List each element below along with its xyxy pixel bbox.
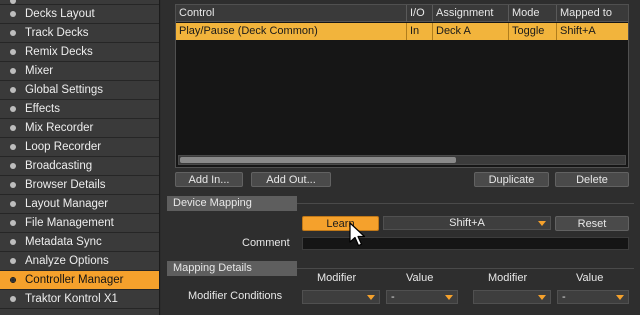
column-header-io[interactable]: I/O: [407, 5, 433, 22]
sidebar-item-mixer[interactable]: Mixer: [0, 62, 159, 80]
bullet-icon: [10, 220, 16, 226]
chevron-down-icon: [538, 295, 546, 300]
chevron-down-icon: [367, 295, 375, 300]
sidebar-item-label: Controller Manager: [25, 274, 124, 286]
sidebar-item-label: Loop Recorder: [25, 141, 102, 153]
sidebar-item-label: Browser Details: [25, 179, 106, 191]
sidebar-item-decks-layout[interactable]: Decks Layout: [0, 5, 159, 23]
sidebar-item-broadcasting[interactable]: Broadcasting: [0, 157, 159, 175]
mapping-details-header: Mapping Details: [167, 261, 297, 276]
radio-bullet-icon: [10, 277, 16, 283]
sidebar-item-label: Traktor Kontrol X1: [25, 293, 118, 305]
bullet-icon: [10, 201, 16, 207]
condition-2-value: -: [562, 291, 566, 303]
sidebar-item-label: Mix Recorder: [25, 122, 94, 134]
sidebar-item-label: Global Settings: [25, 84, 103, 96]
sidebar-item-traktor-kontrol-x1[interactable]: Traktor Kontrol X1: [0, 290, 159, 308]
column-header-assignment[interactable]: Assignment: [433, 5, 509, 22]
sidebar-item-partial[interactable]: [0, 309, 159, 315]
bullet-icon: [10, 11, 16, 17]
device-mapping-header: Device Mapping: [167, 196, 297, 211]
condition-2-modifier-dropdown[interactable]: [473, 290, 551, 304]
bullet-icon: [10, 87, 16, 93]
divider: [297, 203, 634, 204]
sidebar-item-browser-details[interactable]: Browser Details: [0, 176, 159, 194]
sidebar-item-controller-manager[interactable]: Controller Manager: [0, 271, 159, 289]
bullet-icon: [10, 49, 16, 55]
sidebar-item-layout-manager[interactable]: Layout Manager: [0, 195, 159, 213]
horizontal-scrollbar[interactable]: [178, 155, 626, 165]
delete-button[interactable]: Delete: [555, 172, 629, 187]
bullet-icon: [10, 68, 16, 74]
modifier-conditions-label: Modifier Conditions: [188, 290, 283, 302]
divider: [297, 268, 634, 269]
sidebar-item-loop-recorder[interactable]: Loop Recorder: [0, 138, 159, 156]
cell-assignment: Deck A: [433, 23, 509, 40]
reset-button[interactable]: Reset: [555, 216, 629, 231]
bullet-icon: [10, 30, 16, 36]
duplicate-button[interactable]: Duplicate: [474, 172, 549, 187]
sidebar-item-label: Track Decks: [25, 27, 89, 39]
add-in-button[interactable]: Add In...: [175, 172, 243, 187]
sidebar-item-metadata-sync[interactable]: Metadata Sync: [0, 233, 159, 251]
scrollbar-thumb[interactable]: [180, 157, 456, 163]
column-header-mode[interactable]: Mode: [509, 5, 557, 22]
settings-sidebar: Decks Layout Track Decks Remix Decks Mix…: [0, 0, 160, 315]
condition-1-modifier-dropdown[interactable]: [302, 290, 380, 304]
sidebar-item-label: Broadcasting: [25, 160, 93, 172]
cell-io: In: [407, 23, 433, 40]
sidebar-item-label: Decks Layout: [25, 8, 95, 20]
chevron-down-icon: [616, 295, 624, 300]
mapped-to-value: Shift+A: [449, 217, 485, 229]
value-column-header: Value: [406, 272, 434, 284]
table-header: Control I/O Assignment Mode Mapped to: [176, 5, 628, 22]
mapped-to-dropdown[interactable]: Shift+A: [383, 216, 551, 230]
sidebar-item-label: Layout Manager: [25, 198, 109, 210]
modifier-column-header: Modifier: [317, 272, 357, 284]
bullet-icon: [10, 144, 16, 150]
cell-control: Play/Pause (Deck Common): [176, 23, 407, 40]
modifier-column-header-2: Modifier: [488, 272, 528, 284]
sidebar-item-label: File Management: [25, 217, 114, 229]
sidebar-item-global-settings[interactable]: Global Settings: [0, 81, 159, 99]
cell-mode: Toggle: [509, 23, 557, 40]
sidebar-item-label: Mixer: [25, 65, 54, 77]
column-header-control[interactable]: Control: [176, 5, 407, 22]
add-out-button[interactable]: Add Out...: [251, 172, 331, 187]
bullet-icon: [10, 125, 16, 131]
sidebar-item-remix-decks[interactable]: Remix Decks: [0, 43, 159, 61]
column-header-mapped-to[interactable]: Mapped to: [557, 5, 628, 22]
controller-manager-panel: Control I/O Assignment Mode Mapped to Pl…: [161, 0, 640, 315]
table-row-selected[interactable]: Play/Pause (Deck Common) In Deck A Toggl…: [176, 23, 628, 40]
sidebar-item-label: Remix Decks: [25, 46, 93, 58]
condition-1-value-dropdown[interactable]: -: [386, 290, 458, 304]
bullet-icon: [10, 239, 16, 245]
condition-1-value: -: [391, 291, 395, 303]
value-column-header-2: Value: [576, 272, 604, 284]
mouse-pointer-icon: [349, 222, 366, 247]
mapping-table: Control I/O Assignment Mode Mapped to Pl…: [175, 4, 629, 168]
bullet-icon: [10, 106, 16, 112]
sidebar-item-label: Metadata Sync: [25, 236, 102, 248]
bullet-icon: [10, 163, 16, 169]
chevron-down-icon: [445, 295, 453, 300]
sidebar-item-mix-recorder[interactable]: Mix Recorder: [0, 119, 159, 137]
bullet-icon: [10, 296, 16, 302]
chevron-down-icon: [538, 221, 546, 226]
condition-2-value-dropdown[interactable]: -: [557, 290, 629, 304]
sidebar-item-effects[interactable]: Effects: [0, 100, 159, 118]
comment-label: Comment: [242, 237, 290, 249]
sidebar-item-analyze-options[interactable]: Analyze Options: [0, 252, 159, 270]
bullet-icon: [10, 258, 16, 264]
sidebar-item-label: Analyze Options: [25, 255, 109, 267]
sidebar-item-track-decks[interactable]: Track Decks: [0, 24, 159, 42]
sidebar-item-label: Effects: [25, 103, 60, 115]
bullet-icon: [10, 182, 16, 188]
sidebar-item-file-management[interactable]: File Management: [0, 214, 159, 232]
cell-mapped-to: Shift+A: [560, 25, 596, 37]
